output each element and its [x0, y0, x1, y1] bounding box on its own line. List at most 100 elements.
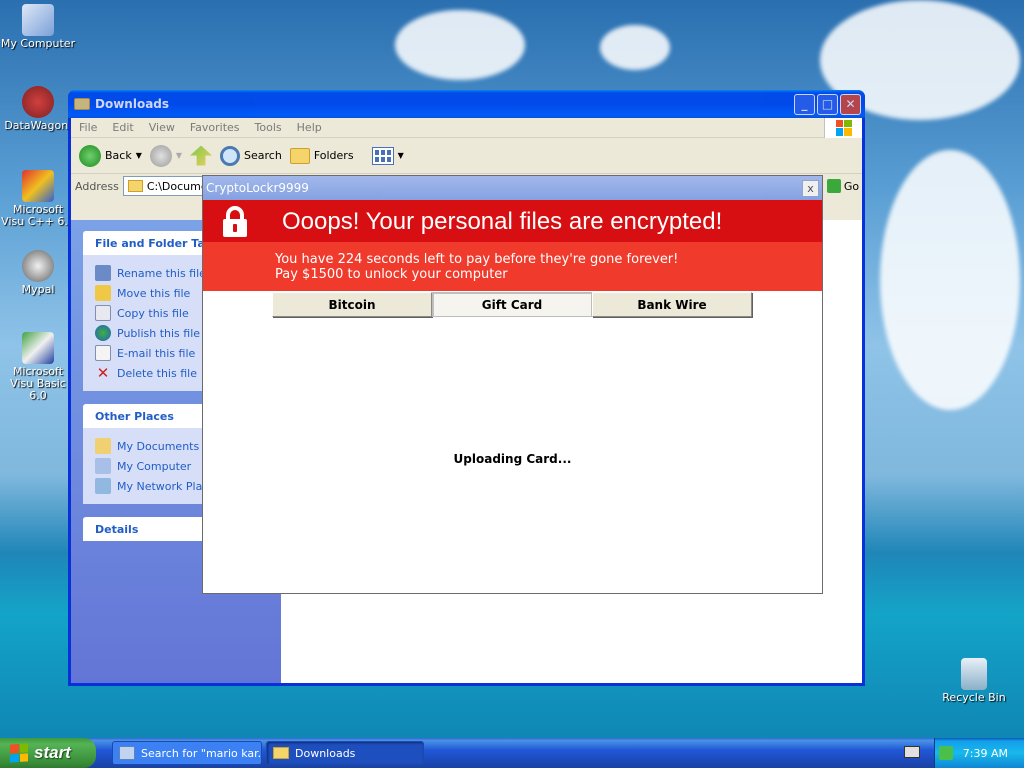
cloud	[880, 150, 1020, 410]
folder-icon	[74, 98, 90, 110]
go-arrow-icon	[826, 179, 841, 193]
views-button[interactable]: ▼	[371, 146, 404, 165]
keyboard-icon[interactable]	[904, 746, 920, 758]
recycle-bin-icon	[961, 658, 987, 690]
start-label: start	[34, 743, 71, 762]
link-label: Move this file	[117, 286, 191, 300]
desktop-icon-label: Microsoft Visu Basic 6.0	[10, 365, 66, 402]
folder-icon	[273, 747, 289, 759]
desktop-icon-msvc[interactable]: Microsoft Visu C++ 6.0	[0, 170, 76, 228]
menu-help[interactable]: Help	[297, 121, 322, 134]
datawagon-icon	[22, 86, 54, 118]
folders-button[interactable]: Folders	[289, 147, 354, 164]
search-window-icon	[119, 746, 135, 760]
desktop-icon-mypal[interactable]: Mypal	[0, 250, 76, 296]
network-tray-icon[interactable]	[938, 746, 953, 760]
up-folder-button[interactable]	[190, 145, 213, 166]
start-button[interactable]: start	[0, 738, 96, 768]
copy-icon	[95, 305, 111, 321]
menu-file[interactable]: File	[79, 121, 97, 134]
vb6-icon	[22, 332, 54, 364]
search-label: Search	[244, 149, 282, 162]
link-label: Delete this file	[117, 366, 197, 380]
dialog-title: CryptoLockr9999	[206, 181, 309, 195]
windows-flag-icon	[10, 743, 28, 763]
folder-icon	[127, 180, 143, 192]
upload-status-text: Uploading Card...	[453, 452, 572, 466]
warning-banner: Ooops! Your personal files are encrypted…	[203, 200, 822, 242]
desktop-icon-label: My Computer	[0, 37, 76, 50]
countdown-text: You have 224 seconds left to pay before …	[275, 252, 679, 267]
desktop-icon-label: DataWagon.	[4, 119, 72, 132]
my-documents-icon	[95, 438, 111, 454]
back-label: Back	[105, 149, 132, 162]
search-button[interactable]: Search	[220, 145, 282, 166]
delete-x-icon: ✕	[96, 364, 110, 382]
forward-arrow-icon	[149, 144, 172, 167]
envelope-icon	[95, 345, 111, 361]
cloud	[600, 25, 670, 70]
task-label: Search for "mario kar...	[141, 746, 262, 760]
menu-tools[interactable]: Tools	[255, 121, 282, 134]
menu-bar: File Edit View Favorites Tools Help	[71, 117, 862, 138]
link-label: My Computer	[117, 459, 192, 473]
link-label: E-mail this file	[117, 346, 196, 360]
link-label: Publish this file to	[117, 326, 215, 340]
tab-bank-wire[interactable]: Bank Wire	[592, 292, 752, 317]
padlock-icon	[223, 206, 247, 237]
ransom-amount-text: Pay $1500 to unlock your computer	[275, 267, 508, 282]
address-label: Address	[75, 179, 119, 193]
chevron-down-icon: ▼	[397, 151, 404, 160]
views-icon	[371, 146, 394, 165]
folders-icon	[289, 147, 310, 164]
desktop-icon-label: Mypal	[21, 283, 55, 296]
my-computer-icon	[95, 458, 111, 474]
chevron-down-icon: ▼	[175, 151, 183, 160]
explorer-titlebar[interactable]: Downloads _ □ ✕	[68, 90, 865, 118]
tab-bitcoin[interactable]: Bitcoin	[272, 292, 432, 317]
desktop-icon-datawagon[interactable]: DataWagon.	[0, 86, 76, 132]
link-label: My Network Place	[117, 479, 216, 493]
rename-icon	[95, 265, 111, 281]
tab-gift-card[interactable]: Gift Card	[432, 292, 592, 317]
chevron-down-icon: ▼	[135, 151, 142, 160]
desktop-icon-label: Microsoft Visu C++ 6.0	[1, 203, 75, 228]
menu-favorites[interactable]: Favorites	[190, 121, 240, 134]
cloud	[395, 10, 525, 80]
dialog-titlebar[interactable]: CryptoLockr9999 x	[203, 176, 822, 200]
link-label: Copy this file	[117, 306, 189, 320]
go-button[interactable]: Go	[826, 179, 860, 193]
toolbar: Back ▼ ▼ Search Folders ▼	[71, 138, 862, 174]
globe-icon	[95, 325, 111, 341]
network-icon	[95, 478, 111, 494]
search-icon	[220, 145, 241, 166]
menu-view[interactable]: View	[149, 121, 175, 134]
desktop-icon-label: Recycle Bin	[942, 691, 1006, 704]
go-label: Go	[843, 179, 860, 193]
taskbar-item-downloads[interactable]: Downloads	[266, 741, 424, 765]
ransomware-dialog: CryptoLockr9999 x Ooops! Your personal f…	[202, 175, 823, 594]
minimize-button[interactable]: _	[794, 93, 815, 115]
windows-logo-icon	[824, 117, 862, 138]
mypal-icon	[22, 250, 54, 282]
ransom-message: You have 224 seconds left to pay before …	[203, 242, 822, 291]
move-icon	[95, 285, 111, 301]
close-icon: x	[807, 181, 814, 195]
forward-button[interactable]: ▼	[149, 144, 183, 167]
dialog-close-button[interactable]: x	[802, 179, 819, 197]
maximize-button[interactable]: □	[817, 93, 838, 115]
ransom-headline: Ooops! Your personal files are encrypted…	[282, 208, 723, 235]
taskbar-item-search[interactable]: Search for "mario kar...	[112, 741, 262, 765]
back-button[interactable]: Back ▼	[79, 144, 142, 167]
desktop-icon-vb6[interactable]: Microsoft Visu Basic 6.0	[0, 332, 76, 402]
up-arrow-icon	[190, 145, 213, 166]
desktop-icon-recycle-bin[interactable]: Recycle Bin	[936, 658, 1012, 704]
clock: 7:39 AM	[962, 746, 1008, 760]
menu-edit[interactable]: Edit	[112, 121, 133, 134]
close-button[interactable]: ✕	[840, 93, 861, 115]
folders-label: Folders	[313, 149, 354, 162]
desktop-icon-my-computer[interactable]: My Computer	[0, 4, 76, 50]
link-label: My Documents	[117, 439, 200, 453]
task-label: Downloads	[295, 746, 356, 760]
back-arrow-icon	[79, 144, 101, 167]
